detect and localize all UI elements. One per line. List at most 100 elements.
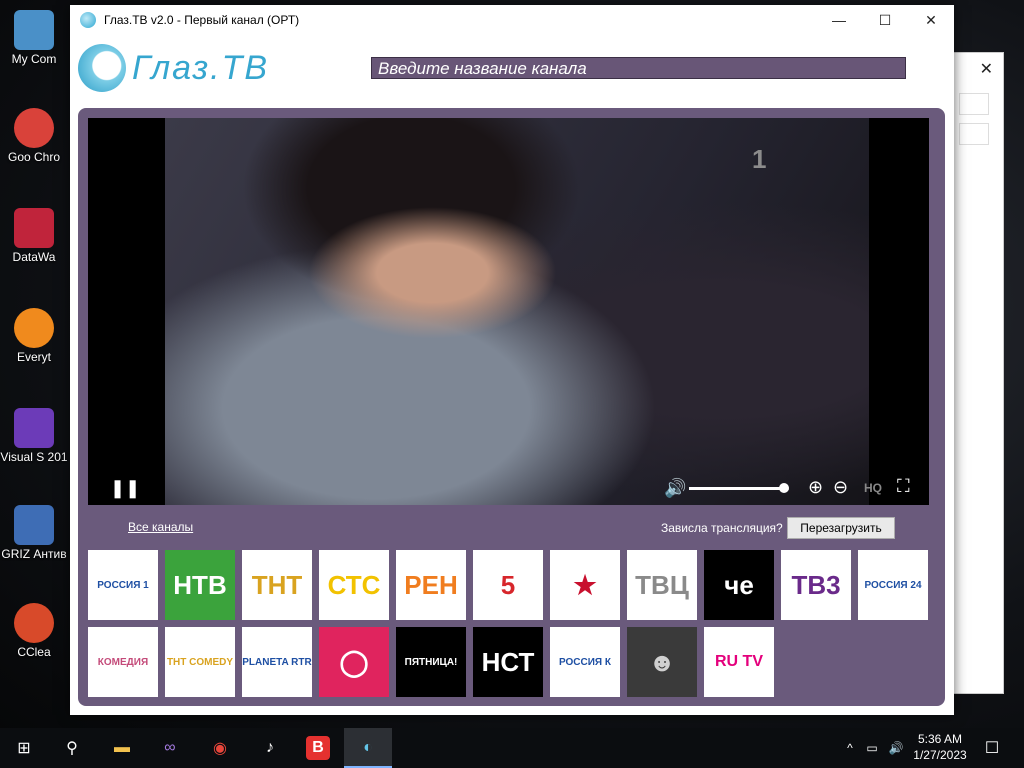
content-panel: 1 ❚❚ 🔊 ⊕ ⊖ HQ ⛶ Все каналы Зависла транс… (78, 108, 945, 706)
channel-tile[interactable]: РОССИЯ К (550, 627, 620, 697)
glaz-tv-icon[interactable]: ◐ (356, 736, 380, 760)
window-title: Глаз.ТВ v2.0 - Первый канал (ОРТ) (104, 13, 300, 27)
minimize-button[interactable]: — (816, 5, 862, 35)
clock-time: 5:36 AM (917, 732, 963, 746)
channel-tile[interactable]: СТС (319, 550, 389, 620)
chrome-icon[interactable]: ◉ (208, 736, 232, 760)
pause-icon[interactable]: ❚❚ (110, 478, 140, 499)
desktop-icon-visual-studio[interactable]: Visual S 201 (0, 408, 68, 464)
chrome-icon (14, 108, 54, 148)
video-frame (165, 118, 869, 505)
frozen-prompt: Зависла трансляция? (661, 521, 783, 535)
clock[interactable]: 5:36 AM 1/27/2023 (912, 731, 968, 763)
app-window: Глаз.ТВ v2.0 - Первый канал (ОРТ) — ☐ ✕ … (70, 5, 954, 715)
channel-name: ТНТ COMEDY (166, 656, 234, 668)
channel-name: ТНТ (251, 569, 303, 600)
channel-name: НСТ (481, 646, 535, 677)
everything-icon (14, 308, 54, 348)
zoom-out-icon[interactable]: ⊖ (833, 477, 848, 498)
b-app-icon[interactable]: B (306, 736, 330, 760)
channel-name: СТС (327, 569, 381, 600)
channel-tile[interactable]: RU TV (704, 627, 774, 697)
channel-name: 5 (500, 569, 516, 600)
channel-search-input[interactable]: Введите название канала (371, 57, 906, 79)
background-window-control (959, 93, 989, 115)
channel-name: РОССИЯ 1 (97, 579, 149, 591)
channel-tile[interactable]: ПЯТНИЦА! (396, 627, 466, 697)
maximize-button[interactable]: ☐ (862, 5, 908, 35)
desktop-icon-chrome[interactable]: Goo Chro (0, 108, 68, 164)
logo-text: Глаз.ТВ (132, 48, 270, 87)
channel-tile[interactable]: РОССИЯ 24 (858, 550, 928, 620)
header: Глаз.ТВ Введите название канала (70, 35, 954, 107)
clock-date: 1/27/2023 (913, 748, 967, 762)
channel-name: РЕН (404, 569, 458, 600)
channel-name: RU TV (715, 653, 763, 670)
desktop-icon-datawa[interactable]: DataWa (0, 208, 68, 264)
network-icon[interactable]: ▭ (860, 736, 884, 760)
channel-name: ПЯТНИЦА! (404, 656, 458, 668)
channel-name: ◯ (339, 646, 369, 677)
volume-tray-icon[interactable]: 🔊 (884, 736, 908, 760)
channel-tile[interactable]: че (704, 550, 774, 620)
channel-tile[interactable]: ТНТ COMEDY (165, 627, 235, 697)
channel-name: ☻ (648, 646, 676, 677)
folder-icon[interactable]: ▬ (110, 736, 134, 760)
desktop-icon-grizzly[interactable]: GRIZ Антив (0, 505, 68, 561)
notifications-icon[interactable]: ☐ (980, 736, 1004, 760)
background-window[interactable]: ✕ (950, 52, 1004, 694)
channel-tile[interactable]: НТВ (165, 550, 235, 620)
all-channels-link[interactable]: Все каналы (128, 520, 193, 534)
channel-name: ТВ3 (791, 569, 841, 600)
reload-button[interactable]: Перезагрузить (787, 517, 895, 539)
taskbar: ⊞ ⚲ ▬ ∞ ◉ ♪ B ◐ ^ ▭ 🔊 5:36 AM 1/27/2023 … (0, 728, 1024, 768)
background-window-control (959, 123, 989, 145)
channel-tile[interactable]: PLANETA RTR (242, 627, 312, 697)
visual-studio-icon[interactable]: ∞ (158, 736, 182, 760)
desktop-icon-everything[interactable]: Everyt (0, 308, 68, 364)
tray-chevron-icon[interactable]: ^ (838, 736, 862, 760)
zoom-in-icon[interactable]: ⊕ (808, 477, 823, 498)
channel-name: ТВЦ (635, 569, 689, 600)
channel-name: НТВ (173, 569, 227, 600)
fullscreen-icon[interactable]: ⛶ (897, 476, 910, 497)
close-button[interactable]: ✕ (908, 5, 954, 35)
close-icon[interactable]: ✕ (980, 59, 993, 79)
grizzly-icon (14, 505, 54, 545)
tiktok-icon[interactable]: ♪ (258, 736, 282, 760)
channel-tile[interactable]: ★ (550, 550, 620, 620)
volume-icon[interactable]: 🔊 (664, 478, 686, 499)
channel-name: КОМЕДИЯ (97, 656, 149, 668)
volume-slider[interactable] (689, 487, 789, 490)
datawa-icon (14, 208, 54, 248)
channel-tile[interactable]: НСТ (473, 627, 543, 697)
channel-name: PLANETA RTR (242, 656, 312, 668)
hq-button[interactable]: HQ (864, 481, 882, 495)
eye-logo-icon (78, 44, 126, 92)
channel-name: РОССИЯ 24 (864, 579, 922, 591)
channel-tile[interactable]: ТНТ (242, 550, 312, 620)
channel-name: РОССИЯ К (558, 656, 612, 668)
visual-studio-icon (14, 408, 54, 448)
channel-tile[interactable]: РЕН (396, 550, 466, 620)
computer-icon (14, 10, 54, 50)
channel-tile[interactable]: КОМЕДИЯ (88, 627, 158, 697)
desktop-icon-my-computer[interactable]: My Com (0, 10, 68, 66)
channel-tile[interactable]: ☻ (627, 627, 697, 697)
search-icon[interactable]: ⚲ (60, 736, 84, 760)
ccleaner-icon (14, 603, 54, 643)
channel-tile[interactable]: ТВ3 (781, 550, 851, 620)
video-player[interactable]: 1 ❚❚ 🔊 ⊕ ⊖ HQ ⛶ (88, 118, 929, 505)
volume-slider-handle[interactable] (779, 483, 789, 493)
channel-name: ★ (573, 569, 597, 600)
channel-logo-icon: 1 (752, 144, 767, 174)
channel-tile[interactable]: ◯ (319, 627, 389, 697)
channel-name: че (724, 569, 754, 600)
desktop-icon-ccleaner[interactable]: CClea (0, 603, 68, 659)
title-bar[interactable]: Глаз.ТВ v2.0 - Первый канал (ОРТ) — ☐ ✕ (70, 5, 954, 35)
start-icon[interactable]: ⊞ (12, 736, 36, 760)
channel-tile[interactable]: 5 (473, 550, 543, 620)
logo: Глаз.ТВ (78, 44, 269, 92)
channel-tile[interactable]: ТВЦ (627, 550, 697, 620)
channel-tile[interactable]: РОССИЯ 1 (88, 550, 158, 620)
